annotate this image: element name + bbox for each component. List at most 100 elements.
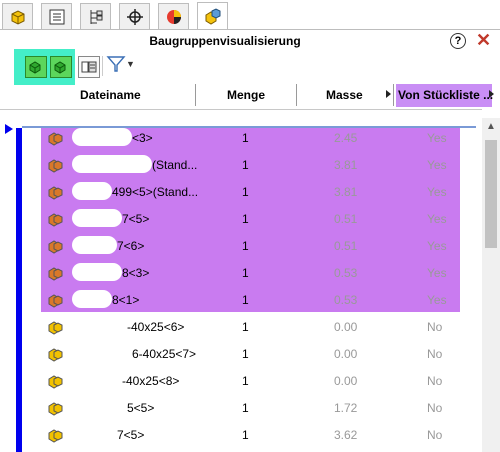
part-icon — [48, 132, 63, 146]
scroll-thumb[interactable] — [485, 140, 497, 248]
file-name: 499<5>(Stand... — [112, 185, 199, 199]
quantity: 1 — [242, 320, 249, 334]
scroll-up-icon[interactable]: ▲ — [486, 121, 496, 132]
bom-status: Yes — [427, 185, 447, 199]
part-icon — [48, 240, 63, 254]
redacted-mark — [72, 263, 122, 281]
file-name: 6-40x25<7> — [132, 347, 197, 361]
bom-status: No — [427, 347, 443, 361]
list-item[interactable]: 8<1> 1 0.53 Yes — [0, 287, 482, 314]
mass: 0.51 — [334, 239, 358, 253]
list-item[interactable]: 8<3> 1 0.53 Yes — [0, 260, 482, 287]
redacted-mark — [72, 128, 132, 146]
file-name: -40x25<6> — [127, 320, 185, 334]
filter-icon[interactable] — [106, 54, 126, 74]
column-expand-icon[interactable] — [489, 90, 494, 98]
show-assemblies-button[interactable] — [50, 56, 72, 78]
column-divider[interactable] — [393, 84, 394, 106]
list-item[interactable]: <3> 1 2.45 Yes — [0, 125, 482, 152]
column-expand-icon[interactable] — [386, 90, 391, 98]
part-icon — [48, 321, 63, 335]
mass: 1.72 — [334, 401, 358, 415]
toolbar-separator — [102, 56, 103, 76]
properties-icon — [81, 61, 97, 73]
parts-green-icon — [29, 61, 41, 74]
list-item[interactable]: 7<5> 1 0.51 Yes — [0, 206, 482, 233]
bom-status: Yes — [427, 293, 447, 307]
bom-status: Yes — [427, 131, 447, 145]
file-name: <3> — [132, 131, 153, 145]
bom-status: No — [427, 374, 443, 388]
quantity: 1 — [242, 158, 249, 172]
tab-configurationmanager[interactable] — [80, 3, 111, 29]
bom-status: No — [427, 401, 443, 415]
tab-display-manager[interactable] — [158, 3, 189, 29]
part-icon — [48, 429, 63, 443]
tab-featuremanager[interactable] — [2, 3, 33, 29]
chevron-down-icon[interactable]: ▼ — [126, 59, 135, 69]
show-parts-button[interactable] — [25, 56, 47, 78]
column-bom[interactable]: Von Stückliste ... — [398, 88, 493, 102]
mass: 0.51 — [334, 212, 358, 226]
assembly-green-icon — [54, 61, 66, 74]
configurationmanager-icon — [90, 9, 102, 24]
tab-strip — [0, 0, 500, 30]
part-icon — [48, 348, 63, 362]
quantity: 1 — [242, 347, 249, 361]
header-divider — [0, 109, 482, 110]
tab-dimxpert[interactable] — [119, 3, 150, 29]
redacted-mark — [72, 236, 117, 254]
mass: 3.62 — [334, 428, 358, 442]
bom-status: Yes — [427, 239, 447, 253]
list-item[interactable]: 7<5> 1 3.62 No — [0, 422, 482, 449]
part-icon — [48, 267, 63, 281]
list-item[interactable]: 499<5>(Stand... 1 3.81 Yes — [0, 179, 482, 206]
file-name: 8<1> — [112, 293, 140, 307]
redacted-mark — [72, 398, 127, 416]
list-item[interactable]: -40x25<8> 1 0.00 No — [0, 368, 482, 395]
quantity: 1 — [242, 266, 249, 280]
bom-status: Yes — [427, 212, 447, 226]
propertymanager-icon — [49, 9, 64, 24]
column-qty[interactable]: Menge — [227, 88, 265, 102]
list-item[interactable]: -40x25<6> 1 0.00 No — [0, 314, 482, 341]
tab-propertymanager[interactable] — [41, 3, 72, 29]
column-divider[interactable] — [296, 84, 297, 106]
list-item[interactable]: (Stand... 1 3.81 Yes — [0, 152, 482, 179]
list-item[interactable]: 5<5> 1 1.72 No — [0, 395, 482, 422]
list-item[interactable]: 7<6> 1 0.51 Yes — [0, 233, 482, 260]
properties-button[interactable] — [78, 56, 100, 78]
bom-status: Yes — [427, 158, 447, 172]
tab-assembly-visualization[interactable] — [197, 2, 228, 30]
quantity: 1 — [242, 374, 249, 388]
list-item[interactable]: 6-40x25<7> 1 0.00 No — [0, 341, 482, 368]
redacted-mark — [72, 317, 127, 335]
column-name[interactable]: Dateiname — [80, 88, 141, 102]
part-icon — [48, 186, 63, 200]
redacted-mark — [72, 344, 132, 362]
file-name: 8<3> — [122, 266, 150, 280]
column-header: Dateiname Menge Masse Von Stückliste ... — [0, 84, 500, 108]
help-icon[interactable]: ? — [450, 33, 466, 49]
redacted-mark — [72, 155, 152, 173]
quantity: 1 — [242, 239, 249, 253]
part-icon — [48, 375, 63, 389]
part-icon — [48, 213, 63, 227]
mass: 0.00 — [334, 374, 358, 388]
bom-status: Yes — [427, 266, 447, 280]
column-divider[interactable] — [195, 84, 196, 106]
panel-title: Baugruppenvisualisierung — [149, 34, 301, 48]
quantity: 1 — [242, 131, 249, 145]
assembly-visualization-icon — [205, 7, 220, 25]
bom-status: No — [427, 320, 443, 334]
display-manager-icon — [166, 9, 181, 24]
redacted-mark — [72, 425, 117, 443]
column-mass[interactable]: Masse — [326, 88, 363, 102]
file-name: -40x25<8> — [122, 374, 180, 388]
quantity: 1 — [242, 185, 249, 199]
mass: 0.00 — [334, 347, 358, 361]
mass: 2.45 — [334, 131, 358, 145]
close-icon[interactable]: ✕ — [476, 30, 491, 51]
quantity: 1 — [242, 293, 249, 307]
redacted-mark — [72, 182, 112, 200]
